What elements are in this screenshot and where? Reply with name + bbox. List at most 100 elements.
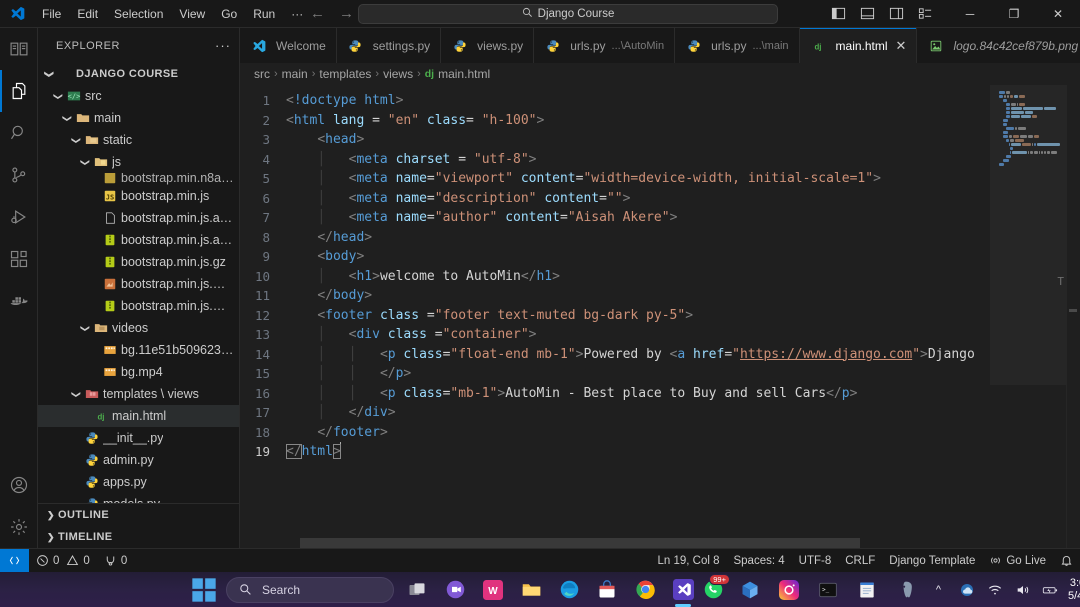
- code-line[interactable]: 9 <body>: [240, 247, 990, 267]
- cursor-position-status[interactable]: Ln 19, Col 8: [650, 549, 726, 573]
- postgresql-icon[interactable]: [891, 575, 921, 605]
- chevron-down-icon[interactable]: ❯: [53, 89, 64, 103]
- store-icon[interactable]: [592, 575, 622, 605]
- tree-item[interactable]: JS bootstrap.min.js: [38, 185, 239, 207]
- close-tab-icon[interactable]: ✕: [896, 39, 907, 52]
- code-line[interactable]: 18 </footer>: [240, 423, 990, 443]
- code-line[interactable]: 16 │ │ <p class="mb-1">AutoMin - Best pl…: [240, 384, 990, 404]
- language-mode-status[interactable]: Django Template: [882, 549, 982, 573]
- back-arrow-icon[interactable]: ←: [310, 6, 325, 21]
- tree-item[interactable]: ❯ js: [38, 151, 239, 173]
- tree-item[interactable]: __init__.py: [38, 427, 239, 449]
- editor-tab[interactable]: views.py: [441, 28, 535, 63]
- go-live-status[interactable]: Go Live: [982, 549, 1053, 573]
- media-player-icon[interactable]: [735, 575, 765, 605]
- eol-status[interactable]: CRLF: [838, 549, 882, 573]
- tree-item-selected[interactable]: dj main.html: [38, 405, 239, 427]
- code-line[interactable]: 5 │ <meta name="viewport" content="width…: [240, 169, 990, 189]
- run-debug-icon[interactable]: [0, 196, 38, 238]
- meet-icon[interactable]: [440, 575, 470, 605]
- tree-item[interactable]: ❯ main: [38, 107, 239, 129]
- menu-bar[interactable]: File Edit Selection View Go Run ···: [34, 4, 311, 24]
- notepad-icon[interactable]: [852, 575, 882, 605]
- breadcrumb[interactable]: src › main › templates › views › dj main.html: [240, 63, 1080, 85]
- code-line[interactable]: 4 │ <meta charset = "utf-8">: [240, 150, 990, 170]
- menu-go[interactable]: Go: [213, 4, 245, 24]
- explorer-more-actions-icon[interactable]: ···: [215, 38, 231, 53]
- onedrive-icon[interactable]: [958, 581, 975, 598]
- overview-ruler[interactable]: [1066, 85, 1080, 548]
- editor-tab[interactable]: urls.py ...\AutoMin: [534, 28, 676, 63]
- tree-item[interactable]: bg.11e51b509623.mp4: [38, 339, 239, 361]
- close-window-button[interactable]: ✕: [1036, 0, 1080, 28]
- breadcrumb-item[interactable]: main: [282, 67, 308, 81]
- tree-item[interactable]: ❯ videos: [38, 317, 239, 339]
- editor-tab[interactable]: settings.py: [336, 28, 442, 63]
- tree-item[interactable]: ❯ templates \ views: [38, 383, 239, 405]
- search-icon[interactable]: [0, 112, 38, 154]
- tree-item[interactable]: ❯ static: [38, 129, 239, 151]
- source-control-icon[interactable]: [0, 154, 38, 196]
- wifi-icon[interactable]: [986, 581, 1003, 598]
- task-view-icon[interactable]: [402, 575, 432, 605]
- tree-item[interactable]: bg.mp4: [38, 361, 239, 383]
- ports-status[interactable]: 0: [97, 549, 134, 573]
- command-center-search[interactable]: Django Course: [358, 3, 778, 24]
- customize-layout-icon[interactable]: [912, 4, 938, 24]
- editor-tab-active[interactable]: dj main.html ✕: [799, 28, 918, 63]
- horizontal-scrollbar[interactable]: [240, 538, 900, 548]
- minimap[interactable]: T: [990, 85, 1066, 548]
- horizontal-scrollbar-thumb[interactable]: [300, 538, 860, 548]
- chevron-down-icon[interactable]: ❯: [71, 133, 82, 147]
- menu-overflow[interactable]: ···: [283, 4, 311, 24]
- file-tree[interactable]: ❯ DJANGO COURSE ❯ </> src ❯ main ❯ static ❯ js boot…: [38, 63, 239, 503]
- account-icon[interactable]: [0, 464, 38, 506]
- show-hidden-icons-chevron[interactable]: ^: [930, 581, 947, 598]
- code-line[interactable]: 7 │ <meta name="author" content="Aisah A…: [240, 208, 990, 228]
- chevron-down-icon[interactable]: ❯: [71, 387, 82, 401]
- editor-tab[interactable]: logo.84c42cef879b.png: [917, 28, 1080, 63]
- wondershare-icon[interactable]: W: [478, 575, 508, 605]
- encoding-status[interactable]: UTF-8: [792, 549, 839, 573]
- menu-view[interactable]: View: [171, 4, 213, 24]
- breadcrumb-item[interactable]: templates: [319, 67, 371, 81]
- chevron-down-icon[interactable]: ❯: [80, 321, 91, 335]
- tree-item[interactable]: ❯ </> src: [38, 85, 239, 107]
- whatsapp-icon[interactable]: 99+: [698, 573, 730, 605]
- menu-selection[interactable]: Selection: [106, 4, 171, 24]
- breadcrumb-item[interactable]: src: [254, 67, 270, 81]
- chevron-down-icon[interactable]: ❯: [62, 111, 73, 125]
- toggle-secondary-sidebar-icon[interactable]: [883, 4, 909, 24]
- toggle-primary-sidebar-icon[interactable]: [825, 4, 851, 24]
- code-scroll-area[interactable]: 1 <!doctype html> 2 <html lang = "en" class…: [240, 85, 990, 548]
- chrome-icon[interactable]: [630, 575, 660, 605]
- tree-item[interactable]: admin.py: [38, 449, 239, 471]
- minimize-button[interactable]: ─: [948, 0, 992, 28]
- outline-panel-header[interactable]: ❯ OUTLINE: [38, 504, 239, 526]
- vscode-taskbar-icon[interactable]: [668, 575, 698, 605]
- tree-item[interactable]: bootstrap.min.n8abb1s4c7...: [38, 173, 239, 185]
- editor-tabs[interactable]: Welcome settings.py views.py urls.py ...\Aut…: [240, 28, 1080, 63]
- toggle-panel-icon[interactable]: [854, 4, 880, 24]
- terminal-icon[interactable]: >_: [813, 575, 843, 605]
- code-line[interactable]: 10 │ <h1>welcome to AutoMin</h1>: [240, 267, 990, 287]
- menu-run[interactable]: Run: [245, 4, 283, 24]
- maximize-restore-button[interactable]: ❐: [992, 0, 1036, 28]
- code-line[interactable]: 3 <head>: [240, 130, 990, 150]
- docker-icon[interactable]: [0, 280, 38, 322]
- code-editor[interactable]: 1 <!doctype html> 2 <html lang = "en" class…: [240, 85, 990, 462]
- instagram-icon[interactable]: [774, 575, 804, 605]
- tree-item[interactable]: bootstrap.min.js.gz: [38, 251, 239, 273]
- tree-item[interactable]: models.py: [38, 493, 239, 503]
- code-line[interactable]: 6 │ <meta name="description" content="">: [240, 189, 990, 209]
- code-line[interactable]: 12 <footer class ="footer text-muted bg-…: [240, 306, 990, 326]
- code-line[interactable]: 11 </body>: [240, 286, 990, 306]
- breadcrumb-item[interactable]: views: [383, 67, 413, 81]
- open-editors-icon[interactable]: [0, 28, 38, 70]
- files-explorer-icon[interactable]: [0, 70, 38, 112]
- menu-file[interactable]: File: [34, 4, 69, 24]
- code-line[interactable]: 19 </html>: [240, 442, 990, 462]
- chevron-down-icon[interactable]: ❯: [80, 155, 91, 169]
- start-button-icon[interactable]: [190, 576, 218, 604]
- tree-item[interactable]: apps.py: [38, 471, 239, 493]
